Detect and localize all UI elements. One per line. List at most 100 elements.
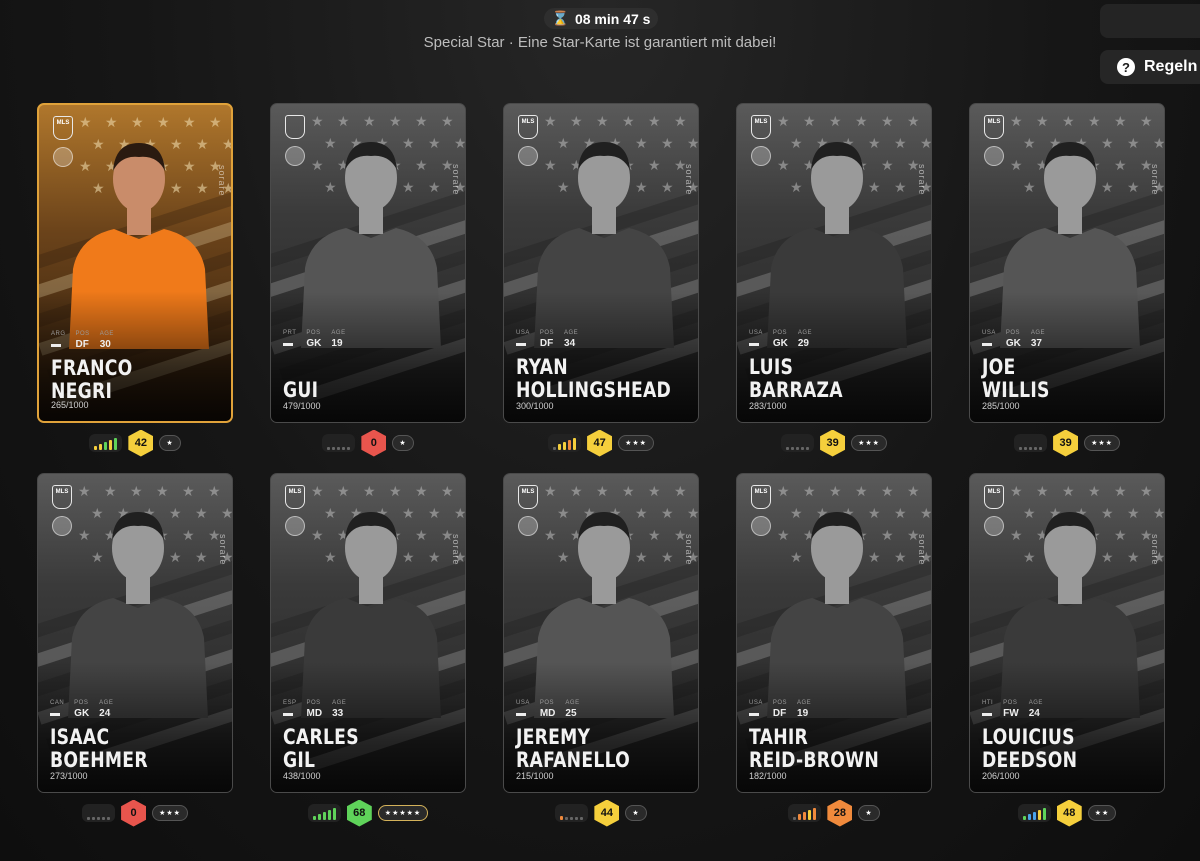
league-badge-icon: MLS bbox=[285, 485, 305, 509]
age-value: 30 bbox=[99, 339, 111, 350]
nationality-stat: ESP ▬ bbox=[283, 700, 297, 719]
card-meta-row: 39 ★★★ bbox=[781, 429, 887, 457]
score-badge: 0 bbox=[121, 799, 147, 827]
nationality-code: ESP bbox=[283, 700, 297, 706]
position-label: POS bbox=[306, 330, 321, 336]
flag-icon: ▬ bbox=[982, 708, 992, 719]
form-bar bbox=[801, 447, 805, 450]
form-bar bbox=[92, 817, 96, 820]
rules-label: Regeln bbox=[1144, 58, 1198, 75]
player-stats: HTI ▬ POS FW AGE 24 bbox=[982, 700, 1043, 719]
flag-icon: ▬ bbox=[982, 338, 992, 349]
top-right-button[interactable] bbox=[1100, 4, 1200, 38]
form-bar bbox=[332, 447, 336, 450]
rules-button[interactable]: ? Regeln bbox=[1100, 50, 1200, 84]
form-bars bbox=[781, 434, 815, 452]
form-bar bbox=[558, 444, 562, 450]
form-bar bbox=[796, 447, 800, 450]
form-bar bbox=[97, 817, 101, 820]
age-label: AGE bbox=[797, 700, 812, 706]
nationality-stat: HTI ▬ bbox=[982, 700, 993, 719]
player-last-name: BARRAZA bbox=[749, 378, 843, 402]
player-card[interactable]: ★★★★★★★★★★★★★★★★★★★★★★★★ MLSsorareHTI▬PO… bbox=[969, 473, 1165, 793]
nationality-code: CAN bbox=[50, 700, 65, 706]
star-rating-badge: ★★ bbox=[1087, 805, 1117, 821]
form-bar bbox=[553, 447, 557, 450]
brand-watermark: sorare bbox=[684, 534, 694, 566]
player-card[interactable]: ★★★★★★★★★★★★★★★★★★★★★★★★ MLSsorareCAN▬PO… bbox=[37, 473, 233, 793]
hourglass-icon: ⌛ bbox=[551, 10, 569, 26]
position-stat: POS DF bbox=[540, 330, 554, 349]
age-label: AGE bbox=[99, 700, 114, 706]
age-stat: AGE 24 bbox=[99, 700, 113, 719]
player-last-name: GIL bbox=[283, 748, 316, 772]
svg-text:★: ★ bbox=[222, 136, 233, 152]
club-crest-icon bbox=[518, 146, 538, 166]
svg-text:★: ★ bbox=[454, 505, 466, 521]
player-name: CARLES GIL bbox=[283, 726, 359, 772]
league-badge-icon: MLS bbox=[52, 485, 72, 509]
nationality-code: USA bbox=[749, 330, 763, 336]
form-bar bbox=[580, 817, 584, 820]
age-value: 19 bbox=[331, 338, 343, 349]
card-serial: 283/1000 bbox=[749, 401, 787, 411]
league-badge-icon: MLS bbox=[53, 116, 73, 140]
form-bar bbox=[347, 447, 351, 450]
form-bar bbox=[786, 447, 790, 450]
pack-subtitle: Special Star · Eine Star-Karte ist garan… bbox=[423, 34, 777, 51]
league-badge-icon: MLS bbox=[751, 115, 771, 139]
star-rating-badge: ★ bbox=[392, 435, 414, 451]
position-stat: POS GK bbox=[306, 330, 321, 349]
flag-icon: ▬ bbox=[516, 338, 526, 349]
player-card[interactable]: ★★★★★★★★★★★★★★★★★★★★★★★★ MLSsorareUSA▬PO… bbox=[503, 103, 699, 423]
form-bar bbox=[803, 812, 807, 820]
star-rating-badge: ★★★ bbox=[152, 805, 188, 821]
player-first-name: CARLES bbox=[283, 725, 359, 749]
player-name: LUIS BARRAZA bbox=[749, 356, 843, 402]
player-stats: PRT ▬ POS GK AGE 19 bbox=[283, 330, 346, 349]
position-value: GK bbox=[74, 708, 90, 719]
card-meta-row: 28 ★ bbox=[788, 799, 880, 827]
player-last-name: WILLIS bbox=[982, 378, 1050, 402]
form-bar bbox=[1022, 816, 1026, 820]
player-card[interactable]: ★★★★★★★★★★★★★★★★★★★★★★★★ MLSsorareUSA▬PO… bbox=[736, 473, 932, 793]
score-badge: 47 bbox=[587, 429, 613, 457]
age-stat: AGE 25 bbox=[565, 700, 579, 719]
form-bar bbox=[337, 447, 341, 450]
svg-text:★: ★ bbox=[1153, 505, 1165, 521]
player-card[interactable]: ★★★★★★★★★★★★★★★★★★★★★★★★ MLSsorareUSA▬PO… bbox=[503, 473, 699, 793]
league-badge-icon: MLS bbox=[984, 115, 1004, 139]
form-bar bbox=[568, 440, 572, 450]
position-stat: POS DF bbox=[76, 331, 90, 350]
score-badge: 48 bbox=[1056, 799, 1082, 827]
card-serial: 182/1000 bbox=[749, 771, 787, 781]
age-label: AGE bbox=[1030, 330, 1046, 336]
card-serial: 479/1000 bbox=[283, 401, 321, 411]
club-crest-icon bbox=[53, 147, 73, 167]
player-card[interactable]: ★★★★★★★★★★★★★★★★★★★★★★★★ MLSsorareARG▬PO… bbox=[37, 103, 233, 423]
player-last-name: GUI bbox=[283, 378, 319, 402]
nationality-stat: USA ▬ bbox=[516, 700, 530, 719]
player-stats: USA ▬ POS GK AGE 29 bbox=[749, 330, 812, 349]
player-card[interactable]: ★★★★★★★★★★★★★★★★★★★★★★★★ MLSsorareESP▬PO… bbox=[270, 473, 466, 793]
form-bar bbox=[565, 817, 569, 820]
league-badge-icon: MLS bbox=[518, 115, 538, 139]
brand-watermark: sorare bbox=[217, 165, 227, 197]
position-stat: POS GK bbox=[74, 700, 89, 719]
star-rating-badge: ★ bbox=[159, 435, 181, 451]
age-label: AGE bbox=[332, 700, 347, 706]
form-bar bbox=[1029, 447, 1033, 450]
player-card[interactable]: ★★★★★★★★★★★★★★★★★★★★★★★★ sorarePRT▬POSGK… bbox=[270, 103, 466, 423]
card-serial: 300/1000 bbox=[516, 401, 554, 411]
player-card[interactable]: ★★★★★★★★★★★★★★★★★★★★★★★★ MLSsorareUSA▬PO… bbox=[969, 103, 1165, 423]
player-last-name: RAFANELLO bbox=[516, 748, 631, 772]
position-value: DF bbox=[75, 339, 89, 350]
brand-watermark: sorare bbox=[451, 164, 461, 196]
age-value: 29 bbox=[797, 338, 809, 349]
player-card[interactable]: ★★★★★★★★★★★★★★★★★★★★★★★★ MLSsorareUSA▬PO… bbox=[736, 103, 932, 423]
score-badge: 39 bbox=[820, 429, 846, 457]
help-icon: ? bbox=[1117, 58, 1135, 76]
form-bar bbox=[791, 447, 795, 450]
position-label: POS bbox=[539, 330, 555, 336]
form-bar bbox=[99, 444, 103, 450]
